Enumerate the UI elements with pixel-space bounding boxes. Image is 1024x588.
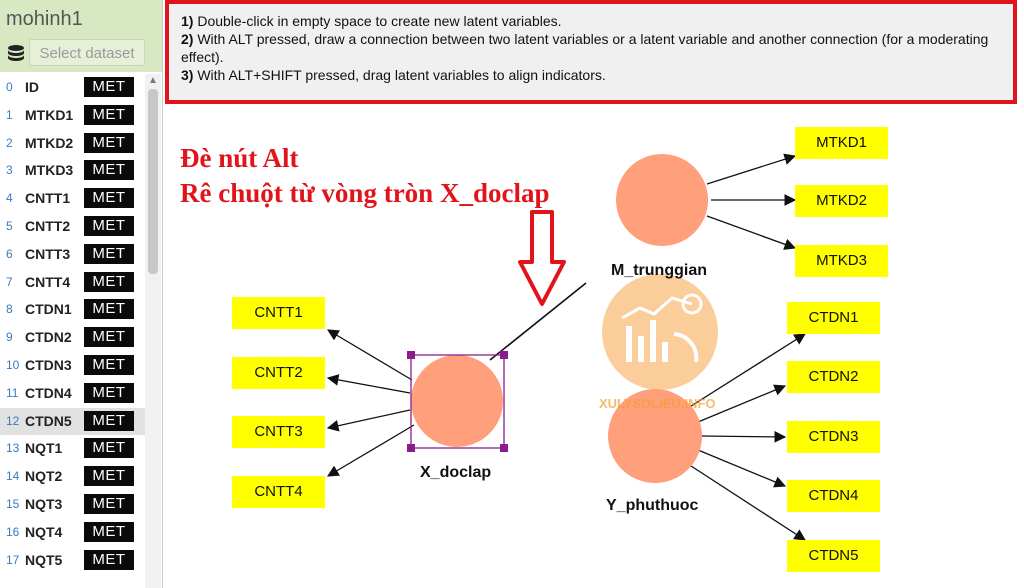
path-arrow[interactable] bbox=[326, 424, 415, 477]
indicator-mtkd1[interactable]: MTKD1 bbox=[795, 127, 888, 159]
indicator-cntt2[interactable]: CNTT2 bbox=[232, 357, 325, 389]
path-arrow[interactable] bbox=[706, 153, 797, 185]
latent-label-m: M_trunggian bbox=[611, 262, 707, 279]
annotation-line-1: Đè nút Alt bbox=[180, 143, 299, 173]
watermark-text: XULYSOLIEU.INFO bbox=[599, 396, 716, 411]
indicator-cntt4[interactable]: CNTT4 bbox=[232, 476, 325, 508]
indicator-ctdn2[interactable]: CTDN2 bbox=[787, 361, 880, 393]
indicator-mtkd2[interactable]: MTKD2 bbox=[795, 185, 888, 217]
latent-x-doclap[interactable] bbox=[411, 355, 503, 447]
annotation-line-2: Rê chuột từ vòng tròn X_doclap bbox=[180, 178, 550, 208]
indicator-cntt3[interactable]: CNTT3 bbox=[232, 416, 325, 448]
indicator-ctdn4[interactable]: CTDN4 bbox=[787, 480, 880, 512]
indicator-mtkd3[interactable]: MTKD3 bbox=[795, 245, 888, 277]
hint-arrow-icon bbox=[518, 210, 566, 306]
path-arrow[interactable] bbox=[697, 449, 787, 488]
path-arrow[interactable] bbox=[706, 215, 797, 250]
path-arrow[interactable] bbox=[701, 431, 787, 443]
path-arrow[interactable] bbox=[326, 374, 411, 394]
path-arrow[interactable] bbox=[326, 409, 411, 432]
resize-handle[interactable] bbox=[407, 351, 415, 359]
indicator-cntt1[interactable]: CNTT1 bbox=[232, 297, 325, 329]
indicator-ctdn1[interactable]: CTDN1 bbox=[787, 302, 880, 334]
latent-m-trunggian[interactable] bbox=[616, 154, 708, 246]
path-arrow[interactable] bbox=[326, 329, 413, 381]
latent-label-x: X_doclap bbox=[420, 464, 492, 481]
resize-handle[interactable] bbox=[407, 444, 415, 452]
latent-label-y: Y_phuthuoc bbox=[606, 497, 699, 514]
indicator-ctdn3[interactable]: CTDN3 bbox=[787, 421, 880, 453]
indicator-ctdn5[interactable]: CTDN5 bbox=[787, 540, 880, 572]
resize-handle[interactable] bbox=[500, 444, 508, 452]
resize-handle[interactable] bbox=[500, 351, 508, 359]
